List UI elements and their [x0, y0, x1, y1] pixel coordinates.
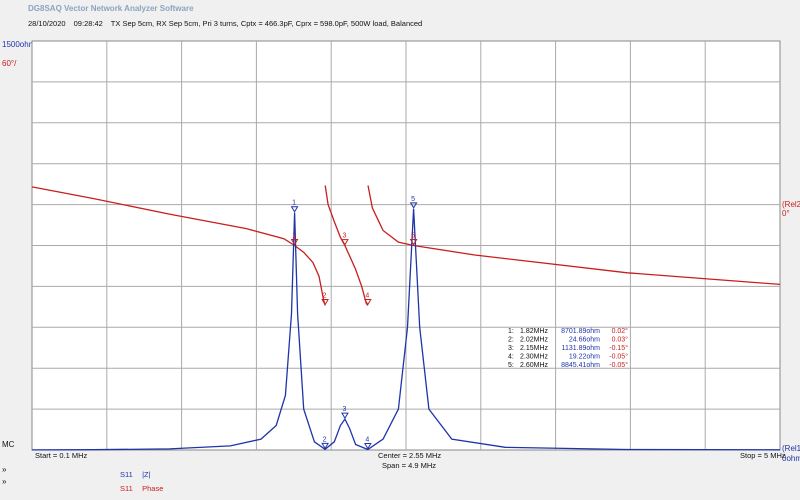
marker-readout-frequency: 2.15MHz [520, 345, 549, 352]
legend-series-name: |Z| [142, 470, 151, 479]
marker-readout-impedance: 8701.89ohm [561, 328, 600, 335]
legend-series-name: Phase [142, 484, 164, 493]
marker-readout-impedance: 19.22ohm [569, 354, 600, 361]
legend-trace-label: S11 [120, 484, 133, 493]
marker-readout-id: 1: [508, 328, 514, 335]
legend-impedance[interactable]: S11 |Z| [120, 470, 151, 479]
phase-marker-label: 1 [292, 232, 296, 239]
marker-readout-id: 4: [508, 354, 514, 361]
marker-readout-phase: -0.05° [609, 361, 628, 369]
marker-readout-phase: -0.05° [609, 353, 628, 361]
marker-readout-phase: -0.15° [609, 344, 628, 352]
impedance-marker-label: 1 [292, 200, 296, 207]
marker-readout-impedance: 24.66ohm [569, 337, 600, 344]
stop-frequency: Stop = 5 MHz [740, 451, 786, 460]
center-frequency: Center = 2.55 MHz [378, 451, 442, 460]
marker-readout-impedance: 1131.89ohm [562, 345, 601, 352]
impedance-marker-label: 2 [323, 436, 327, 443]
phase-marker-label: 3 [342, 233, 346, 240]
phase-marker-label: 4 [365, 292, 369, 299]
marker-readout-id: 2: [508, 337, 514, 344]
marker-readout-frequency: 2.02MHz [520, 337, 549, 344]
marker-readout-phase: 0.02° [612, 327, 629, 335]
impedance-marker-label: 5 [411, 196, 415, 203]
marker-readout-phase: 0.03° [612, 336, 629, 344]
marker-readout-id: 5: [508, 362, 514, 369]
marker-readout-frequency: 2.60MHz [520, 362, 549, 369]
impedance-marker-label: 3 [342, 406, 346, 413]
span-frequency: Span = 4.9 MHz [382, 461, 436, 470]
phase-marker-label: 2 [323, 292, 327, 299]
marker-readout-impedance: 8845.41ohm [561, 362, 600, 369]
phase-marker-label: 5 [411, 233, 415, 240]
marker-readout-id: 3: [508, 345, 514, 352]
marker-readout-frequency: 1.82MHz [520, 328, 549, 335]
marker-readout-frequency: 2.30MHz [520, 354, 549, 361]
vna-chart: 1 1 2 2 3 3 4 4 5 5 1: 1.82MHz 8701.89ohm 0.02° 2: 2.02… [31, 40, 781, 451]
start-frequency: Start = 0.1 MHz [35, 451, 88, 460]
impedance-marker-label: 4 [365, 436, 369, 443]
legend-phase[interactable]: S11 Phase [120, 484, 163, 493]
legend-trace-label: S11 [120, 470, 133, 479]
